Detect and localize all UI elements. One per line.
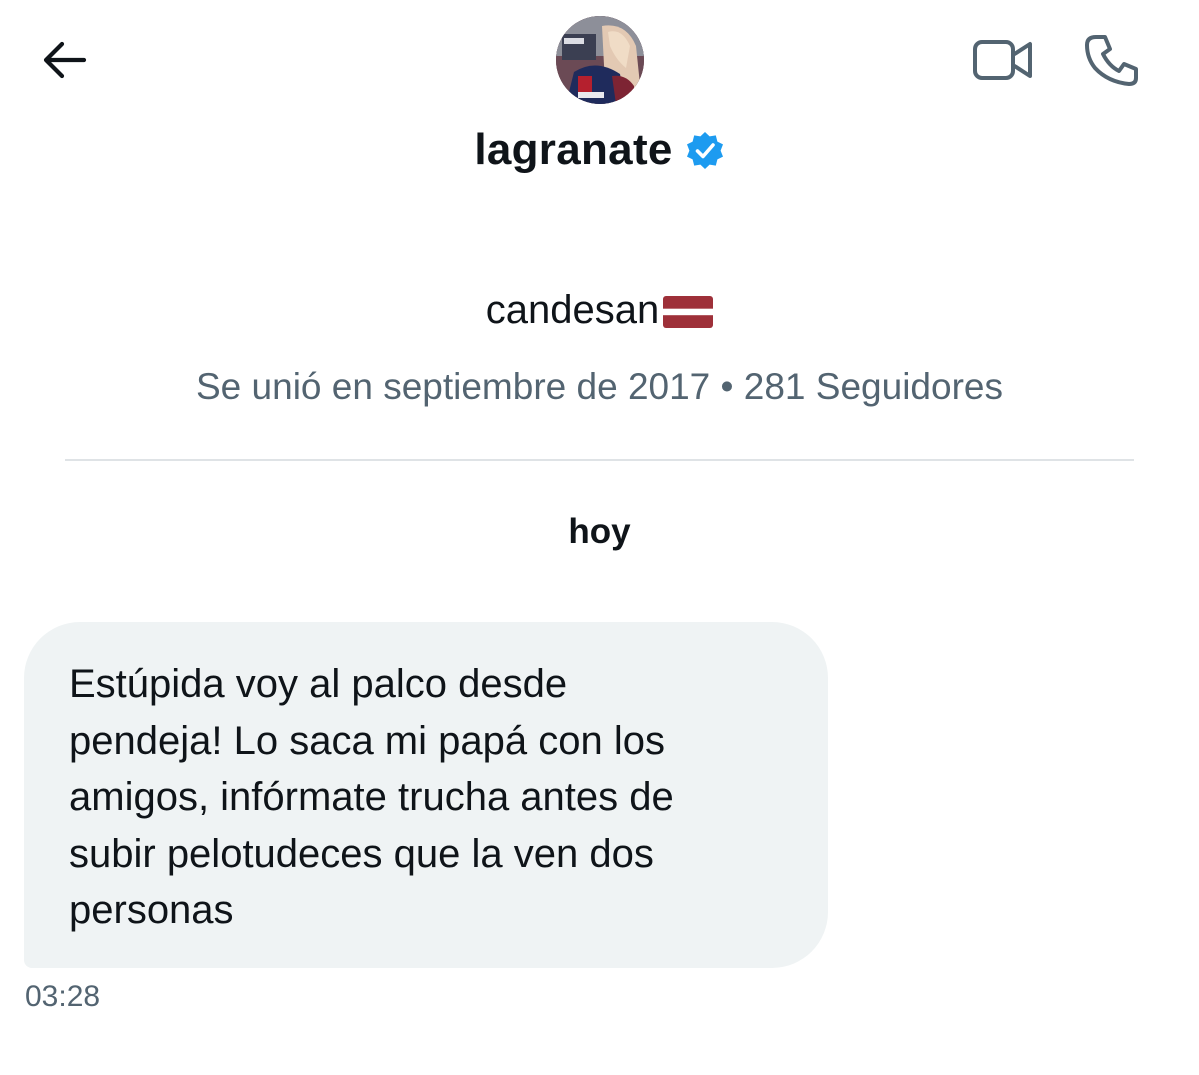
voice-call-button[interactable] — [1076, 28, 1148, 92]
video-camera-icon — [973, 40, 1032, 80]
date-separator: hoy — [568, 512, 631, 551]
avatar-image — [556, 16, 644, 104]
profile-meta: Se unió en septiembre de 2017 • 281 Segu… — [196, 366, 1003, 407]
avatar[interactable] — [556, 16, 644, 104]
message-timestamp: 03:28 — [25, 980, 101, 1013]
phone-icon — [1085, 35, 1138, 86]
verified-badge-icon — [685, 131, 725, 171]
arrow-left-icon — [43, 41, 87, 79]
message-bubble[interactable]: Estúpida voy al palco desde pendeja! Lo … — [24, 622, 828, 968]
display-name: candesan — [485, 287, 660, 332]
message-text: Estúpida voy al palco desde pendeja! Lo … — [69, 662, 674, 932]
profile-name-row: candesan — [0, 282, 1199, 338]
latvia-flag-icon — [663, 296, 714, 328]
video-call-button[interactable] — [966, 30, 1040, 90]
divider — [65, 459, 1134, 461]
back-button[interactable] — [28, 30, 100, 90]
username: lagranate — [474, 125, 673, 174]
conversation-title: lagranate — [0, 120, 1199, 180]
